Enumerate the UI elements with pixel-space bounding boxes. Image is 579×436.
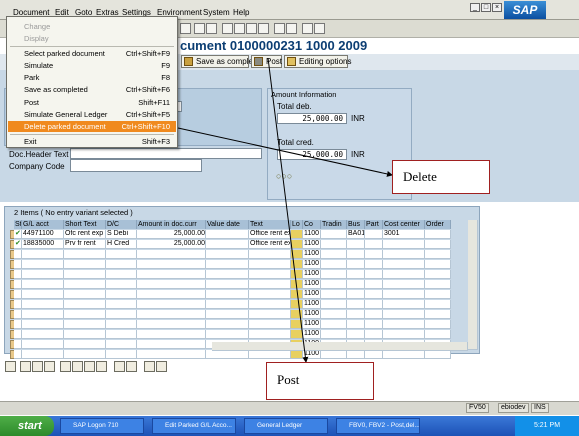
delete-callout: Delete xyxy=(392,160,490,194)
post-arrow xyxy=(267,57,309,363)
post-callout: Post xyxy=(266,362,374,400)
delete-arrow xyxy=(177,127,393,177)
